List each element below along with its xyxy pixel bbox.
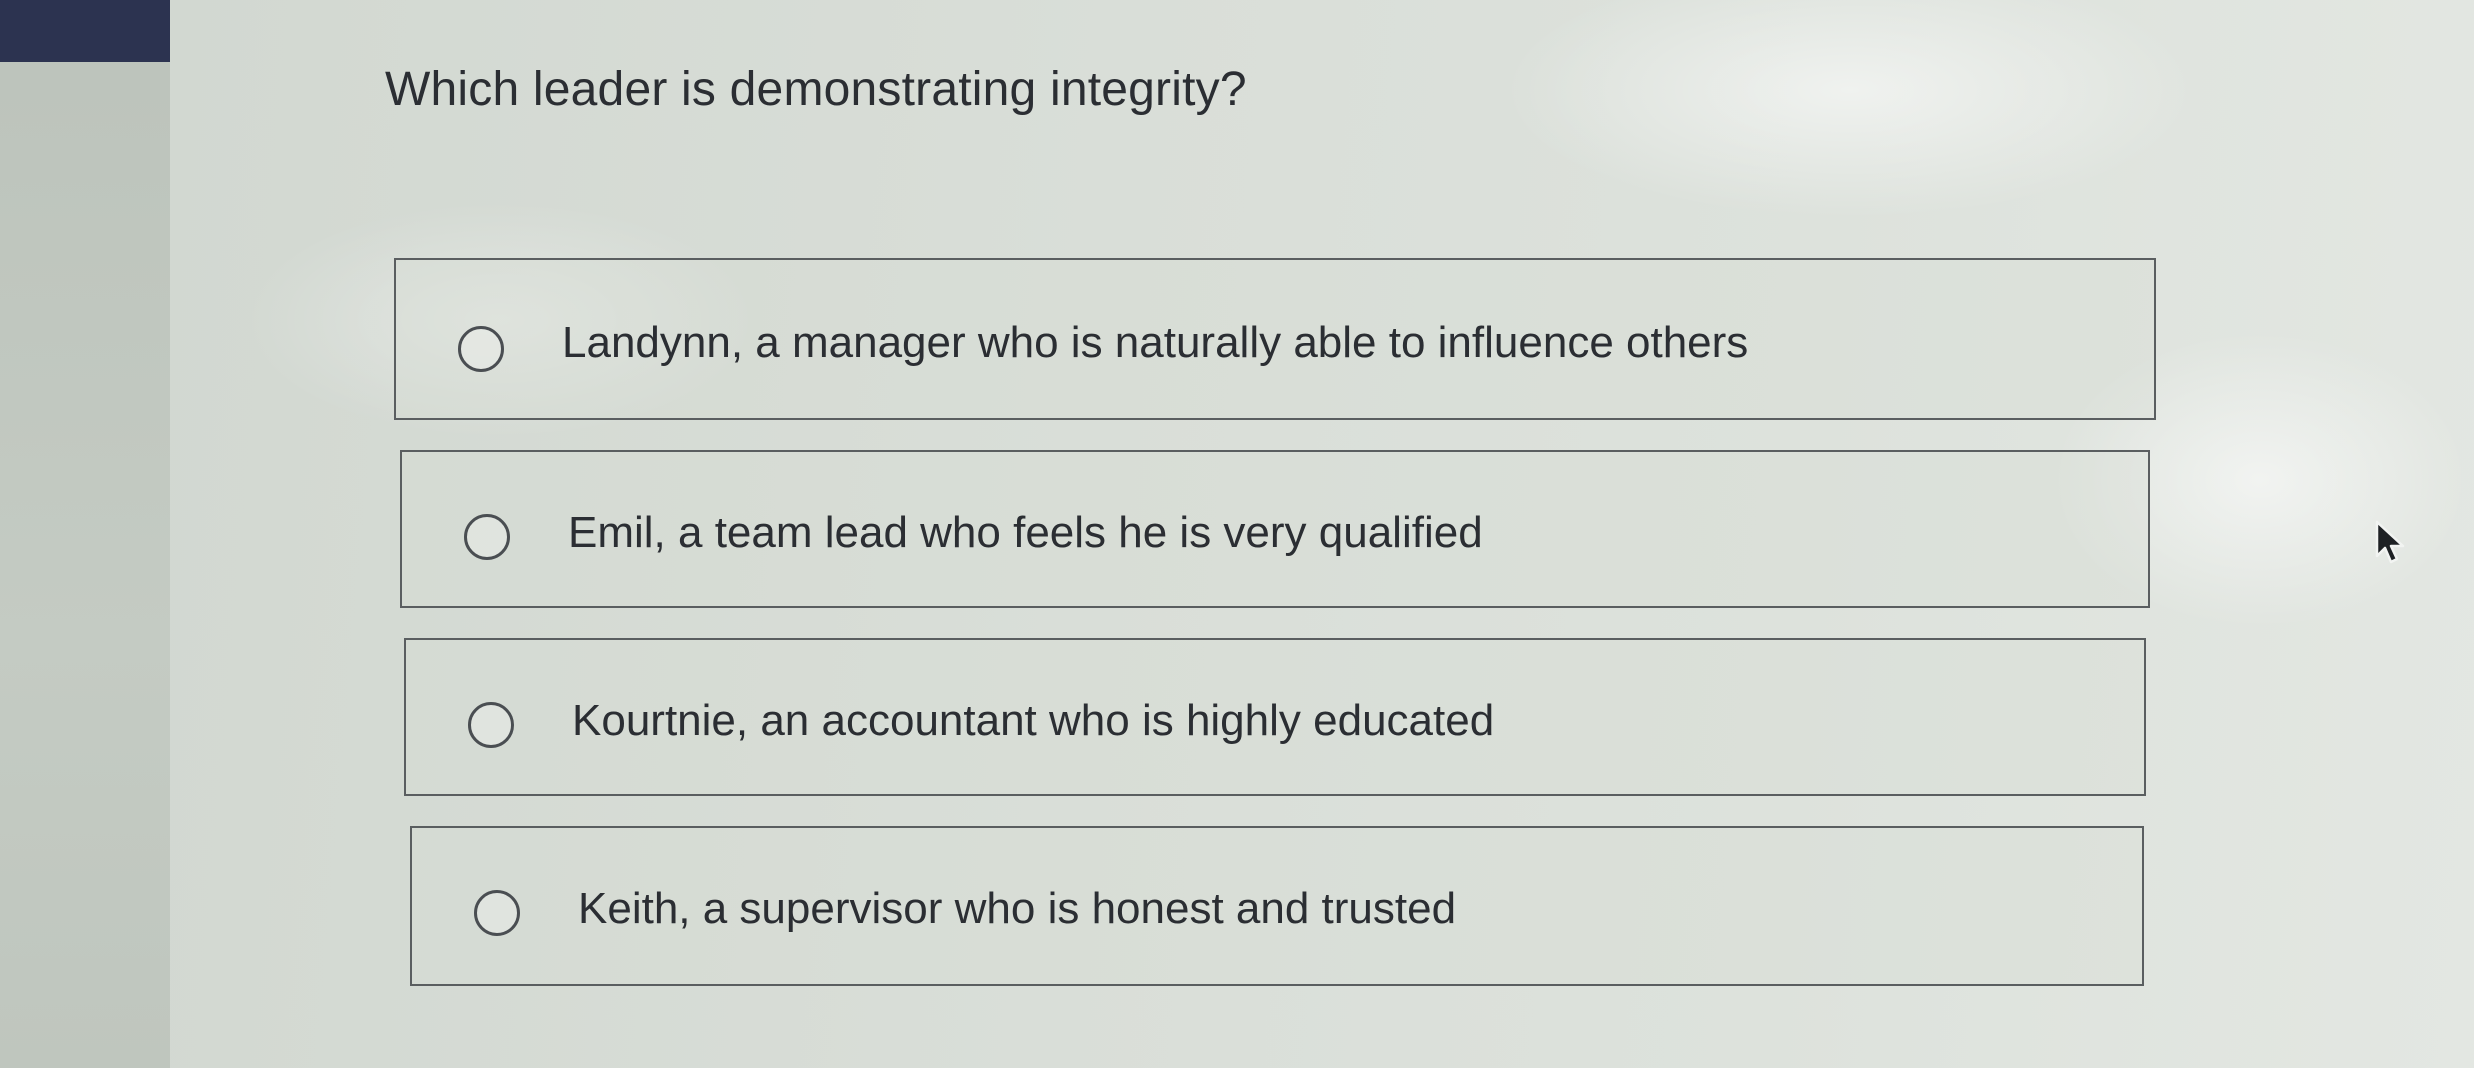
mouse-pointer-icon bbox=[2375, 520, 2405, 564]
answer-option-keith[interactable]: Keith, a supervisor who is honest and tr… bbox=[410, 826, 2144, 986]
header-bar bbox=[0, 0, 170, 62]
answer-option-label: Landynn, a manager who is naturally able… bbox=[562, 318, 1749, 367]
radio-unchecked-icon[interactable] bbox=[474, 890, 520, 936]
answer-option-label: Kourtnie, an accountant who is highly ed… bbox=[572, 696, 1495, 745]
answer-option-kourtnie[interactable]: Kourtnie, an accountant who is highly ed… bbox=[404, 638, 2146, 796]
answer-option-label: Keith, a supervisor who is honest and tr… bbox=[578, 884, 1457, 933]
radio-unchecked-icon[interactable] bbox=[458, 326, 504, 372]
answer-option-emil[interactable]: Emil, a team lead who feels he is very q… bbox=[400, 450, 2150, 608]
answer-option-landynn[interactable]: Landynn, a manager who is naturally able… bbox=[394, 258, 2156, 420]
question-text: Which leader is demonstrating integrity? bbox=[385, 63, 1247, 116]
radio-unchecked-icon[interactable] bbox=[468, 702, 514, 748]
answer-option-label: Emil, a team lead who feels he is very q… bbox=[568, 508, 1483, 557]
radio-unchecked-icon[interactable] bbox=[464, 514, 510, 560]
